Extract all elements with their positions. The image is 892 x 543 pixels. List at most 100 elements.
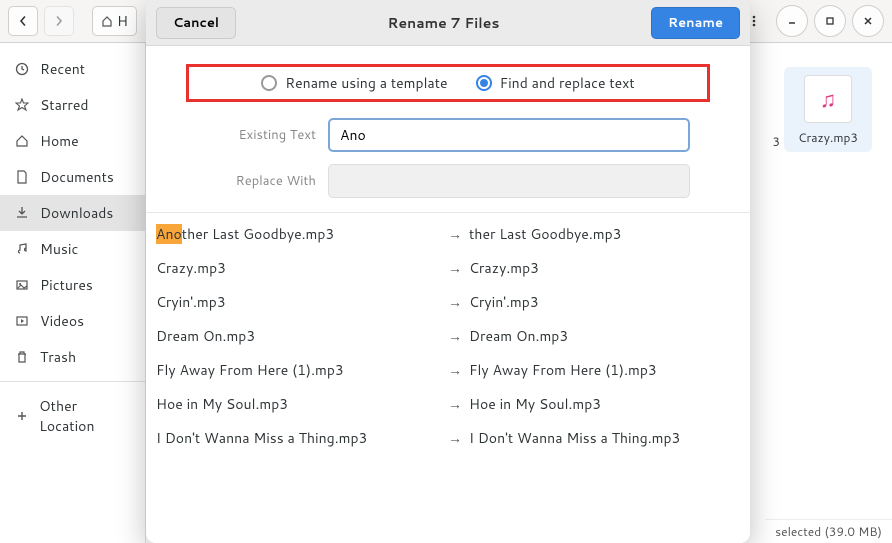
rename-dialog: Cancel Rename 7 Files Rename Rename usin… bbox=[146, 0, 750, 543]
arrow-right-icon: → bbox=[441, 360, 469, 380]
sidebar-item-pictures[interactable]: Pictures bbox=[0, 267, 145, 303]
minimize-icon bbox=[787, 16, 797, 26]
document-icon bbox=[14, 169, 30, 185]
rename-button[interactable]: Rename bbox=[651, 7, 740, 39]
preview-old-name: Hoe in My Soul.mp3 bbox=[156, 394, 441, 414]
replace-with-input[interactable] bbox=[328, 164, 690, 198]
replace-with-label: Replace With bbox=[206, 172, 316, 190]
clock-icon bbox=[14, 61, 30, 77]
preview-new-name: Fly Away From Here (1).mp3 bbox=[469, 360, 734, 380]
existing-text-row: Existing Text bbox=[206, 118, 690, 152]
radio-icon bbox=[476, 75, 492, 91]
star-icon bbox=[14, 97, 30, 113]
close-icon bbox=[863, 16, 873, 26]
sidebar-item-label: Home bbox=[40, 131, 79, 151]
file-name-fragment: 3 bbox=[772, 133, 780, 150]
dialog-header: Cancel Rename 7 Files Rename bbox=[146, 0, 750, 46]
sidebar-item-label: Music bbox=[40, 239, 78, 259]
preview-row: I Don't Wanna Miss a Thing.mp3→I Don't W… bbox=[146, 421, 750, 455]
window-minimize-button[interactable] bbox=[776, 5, 808, 37]
chevron-left-icon bbox=[18, 16, 28, 26]
preview-row: Dream On.mp3→Dream On.mp3 bbox=[146, 319, 750, 353]
existing-text-input[interactable] bbox=[328, 118, 690, 152]
existing-text-label: Existing Text bbox=[206, 126, 316, 144]
preview-new-name: Cryin'.mp3 bbox=[469, 292, 734, 312]
radio-label: Rename using a template bbox=[285, 73, 447, 93]
preview-old-name: Fly Away From Here (1).mp3 bbox=[156, 360, 441, 380]
preview-row: Cryin'.mp3→Cryin'.mp3 bbox=[146, 285, 750, 319]
cancel-button[interactable]: Cancel bbox=[156, 7, 236, 39]
sidebar-item-downloads[interactable]: Downloads bbox=[0, 195, 145, 231]
radio-find-replace[interactable]: Find and replace text bbox=[476, 73, 635, 93]
arrow-right-icon: → bbox=[441, 292, 469, 312]
window-maximize-button[interactable] bbox=[814, 5, 846, 37]
trash-icon bbox=[14, 349, 30, 365]
sidebar-item-trash[interactable]: Trash bbox=[0, 339, 145, 375]
sidebar-item-label: Videos bbox=[40, 311, 84, 331]
rename-preview-list: Another Last Goodbye.mp3→ther Last Goodb… bbox=[146, 212, 750, 543]
home-path-button[interactable]: H bbox=[92, 6, 137, 36]
picture-icon bbox=[14, 277, 30, 293]
arrow-right-icon: → bbox=[441, 394, 469, 414]
radio-icon bbox=[261, 75, 277, 91]
sidebar-item-videos[interactable]: Videos bbox=[0, 303, 145, 339]
arrow-right-icon: → bbox=[441, 428, 469, 448]
file-tile-crazy[interactable]: ♫ Crazy.mp3 bbox=[784, 67, 872, 152]
sidebar-item-label: Documents bbox=[40, 167, 114, 187]
sidebar-item-home[interactable]: Home bbox=[0, 123, 145, 159]
preview-old-name: Crazy.mp3 bbox=[156, 258, 441, 278]
music-icon bbox=[14, 241, 30, 257]
preview-new-name: ther Last Goodbye.mp3 bbox=[469, 224, 734, 244]
arrow-right-icon: → bbox=[441, 258, 469, 278]
preview-old-name: I Don't Wanna Miss a Thing.mp3 bbox=[156, 428, 441, 448]
home-icon bbox=[14, 133, 30, 149]
replace-with-row: Replace With bbox=[206, 164, 690, 198]
dialog-body: Rename using a template Find and replace… bbox=[146, 46, 750, 543]
nav-forward-button[interactable] bbox=[44, 6, 74, 36]
path-segment-label: H bbox=[117, 11, 128, 31]
preview-new-name: Dream On.mp3 bbox=[469, 326, 734, 346]
radio-label: Find and replace text bbox=[500, 73, 635, 93]
rename-mode-group: Rename using a template Find and replace… bbox=[186, 64, 710, 102]
sidebar-item-label: Recent bbox=[40, 59, 85, 79]
sidebar-item-label: Downloads bbox=[40, 203, 113, 223]
preview-row: Another Last Goodbye.mp3→ther Last Goodb… bbox=[146, 217, 750, 251]
preview-row: Hoe in My Soul.mp3→Hoe in My Soul.mp3 bbox=[146, 387, 750, 421]
statusbar: selected (39.0 MB) bbox=[765, 519, 892, 543]
sidebar-item-label: Pictures bbox=[40, 275, 93, 295]
arrow-right-icon: → bbox=[441, 224, 469, 244]
dialog-title: Rename 7 Files bbox=[388, 13, 500, 33]
sidebar-item-label: Other Location bbox=[39, 396, 131, 436]
preview-old-name: Another Last Goodbye.mp3 bbox=[156, 224, 441, 244]
chevron-right-icon bbox=[54, 16, 64, 26]
places-sidebar: Recent Starred Home Documents Downloads … bbox=[0, 43, 146, 543]
statusbar-text: selected (39.0 MB) bbox=[775, 523, 882, 540]
video-icon bbox=[14, 313, 30, 329]
sidebar-item-other-locations[interactable]: Other Location bbox=[0, 388, 145, 444]
preview-new-name: I Don't Wanna Miss a Thing.mp3 bbox=[469, 428, 734, 448]
maximize-icon bbox=[825, 16, 835, 26]
preview-old-name: Dream On.mp3 bbox=[156, 326, 441, 346]
preview-row: Crazy.mp3→Crazy.mp3 bbox=[146, 251, 750, 285]
sidebar-item-starred[interactable]: Starred bbox=[0, 87, 145, 123]
nav-back-button[interactable] bbox=[8, 6, 38, 36]
plus-icon bbox=[14, 408, 29, 424]
arrow-right-icon: → bbox=[441, 326, 469, 346]
music-file-icon: ♫ bbox=[804, 75, 852, 123]
sidebar-item-recent[interactable]: Recent bbox=[0, 51, 145, 87]
preview-new-name: Crazy.mp3 bbox=[469, 258, 734, 278]
radio-rename-template[interactable]: Rename using a template bbox=[261, 73, 447, 93]
file-tile-label: Crazy.mp3 bbox=[788, 129, 868, 146]
sidebar-item-label: Trash bbox=[40, 347, 76, 367]
sidebar-item-label: Starred bbox=[40, 95, 89, 115]
home-icon bbox=[101, 15, 113, 27]
sidebar-separator bbox=[0, 381, 145, 382]
sidebar-item-music[interactable]: Music bbox=[0, 231, 145, 267]
sidebar-item-documents[interactable]: Documents bbox=[0, 159, 145, 195]
preview-old-name: Cryin'.mp3 bbox=[156, 292, 441, 312]
window-close-button[interactable] bbox=[852, 5, 884, 37]
preview-new-name: Hoe in My Soul.mp3 bbox=[469, 394, 734, 414]
preview-row: Fly Away From Here (1).mp3→Fly Away From… bbox=[146, 353, 750, 387]
download-icon bbox=[14, 205, 30, 221]
match-highlight: Ano bbox=[156, 224, 182, 244]
